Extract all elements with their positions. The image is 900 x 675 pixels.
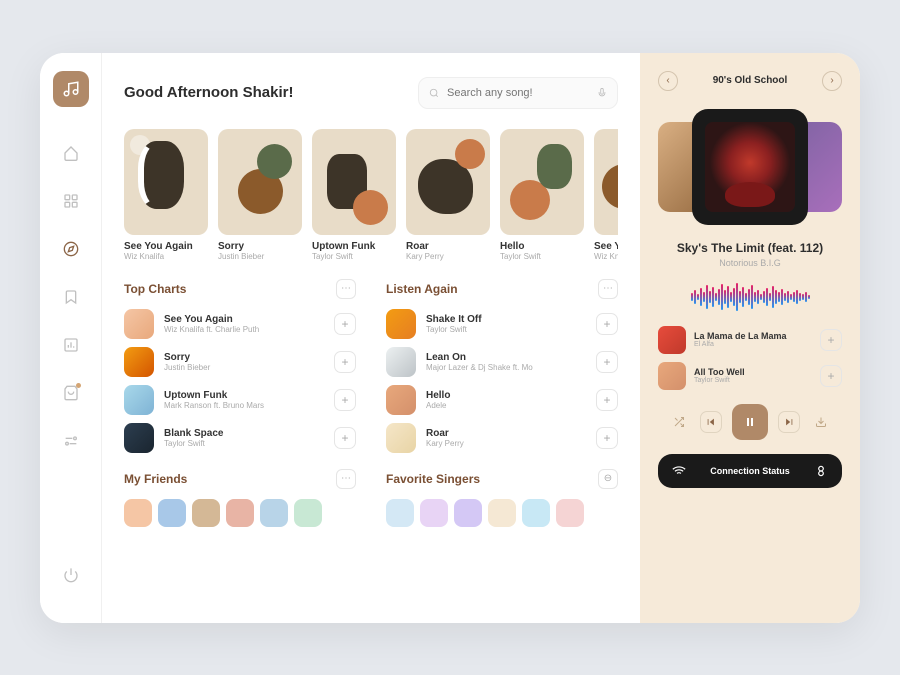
avatar[interactable] [420, 499, 448, 527]
avatar[interactable] [294, 499, 322, 527]
carousel-card[interactable]: HelloTaylor Swift [500, 129, 584, 261]
shuffle-button[interactable] [668, 411, 690, 433]
featured-carousel: See You AgainWiz Knalifa SorryJustin Bie… [124, 129, 618, 261]
queue-item[interactable]: La Mama de La MamaEl Alfa+ [658, 326, 842, 354]
avatar[interactable] [158, 499, 186, 527]
download-button[interactable] [810, 411, 832, 433]
bookmark-icon[interactable] [53, 279, 89, 315]
top-charts-list: See You AgainWiz Knalifa ft. Charlie Put… [124, 309, 356, 453]
main-content: Good Afternoon Shakir! See You AgainWiz … [102, 53, 640, 623]
prev-playlist-button[interactable]: ‹ [658, 71, 678, 91]
connection-bar[interactable]: Connection Status [658, 454, 842, 488]
album-art-carousel [658, 107, 842, 227]
track-row[interactable]: Lean OnMajor Lazer & Dj Shake ft. Mo+ [386, 347, 618, 377]
carousel-card[interactable]: See YouWiz Knali [594, 129, 618, 261]
queue-item[interactable]: All Too WellTaylor Swift+ [658, 362, 842, 390]
add-button[interactable]: + [820, 365, 842, 387]
now-playing-artist: Notorious B.I.G [658, 258, 842, 268]
prev-track-button[interactable] [700, 411, 722, 433]
avatar[interactable] [226, 499, 254, 527]
search-input[interactable] [447, 87, 589, 99]
power-icon[interactable] [53, 557, 89, 593]
section-title: Top Charts [124, 282, 186, 296]
app-window: Good Afternoon Shakir! See You AgainWiz … [40, 53, 860, 623]
avatar[interactable] [488, 499, 516, 527]
track-row[interactable]: Uptown FunkMark Ranson ft. Bruno Mars+ [124, 385, 356, 415]
connection-label: Connection Status [710, 466, 790, 476]
listen-again-list: Shake It OffTaylor Swift+ Lean OnMajor L… [386, 309, 618, 453]
search-icon [429, 87, 439, 99]
track-row[interactable]: SorryJustin Bieber+ [124, 347, 356, 377]
section-title: Listen Again [386, 282, 458, 296]
wifi-icon [672, 464, 686, 478]
now-playing-title: Sky's The Limit (feat. 112) [658, 241, 842, 255]
track-row[interactable]: RoarKary Perry+ [386, 423, 618, 453]
more-button[interactable]: ⋯ [336, 279, 356, 299]
carousel-card[interactable]: Uptown FunkTaylor Swift [312, 129, 396, 261]
home-icon[interactable] [53, 135, 89, 171]
settings-icon[interactable] [53, 423, 89, 459]
search-box[interactable] [418, 77, 618, 109]
add-button[interactable]: + [334, 313, 356, 335]
track-row[interactable]: HelloAdele+ [386, 385, 618, 415]
track-row[interactable]: Blank SpaceTaylor Swift+ [124, 423, 356, 453]
avatar[interactable] [454, 499, 482, 527]
greeting: Good Afternoon Shakir! [124, 84, 293, 101]
more-button[interactable]: ⋯ [598, 279, 618, 299]
add-button[interactable]: + [334, 351, 356, 373]
avatar[interactable] [192, 499, 220, 527]
add-button[interactable]: + [820, 329, 842, 351]
mic-icon[interactable] [597, 87, 607, 99]
track-row[interactable]: Shake It OffTaylor Swift+ [386, 309, 618, 339]
next-playlist-button[interactable]: › [822, 71, 842, 91]
add-button[interactable]: + [596, 351, 618, 373]
add-button[interactable]: + [596, 389, 618, 411]
section-title: Favorite Singers [386, 472, 480, 486]
minus-button[interactable]: ⊖ [598, 469, 618, 489]
header: Good Afternoon Shakir! [124, 77, 618, 109]
add-button[interactable]: + [596, 427, 618, 449]
avatar[interactable] [556, 499, 584, 527]
more-button[interactable]: ⋯ [336, 469, 356, 489]
current-album[interactable] [692, 109, 808, 225]
bag-icon[interactable] [53, 375, 89, 411]
content-sections: Top Charts ⋯ See You AgainWiz Knalifa ft.… [124, 279, 618, 599]
next-track-button[interactable] [778, 411, 800, 433]
queue-list: La Mama de La MamaEl Alfa+ All Too WellT… [658, 326, 842, 390]
carousel-card[interactable]: See You AgainWiz Knalifa [124, 129, 208, 261]
playlist-name: 90's Old School [713, 75, 788, 86]
player-panel: ‹ 90's Old School › Sky's The Limit (fea… [640, 53, 860, 623]
track-row[interactable]: See You AgainWiz Knalifa ft. Charlie Put… [124, 309, 356, 339]
play-pause-button[interactable] [732, 404, 768, 440]
chart-icon[interactable] [53, 327, 89, 363]
singers-avatars [386, 499, 618, 527]
friends-avatars [124, 499, 356, 527]
butterfly-icon [814, 464, 828, 478]
avatar[interactable] [522, 499, 550, 527]
avatar[interactable] [260, 499, 288, 527]
carousel-card[interactable]: SorryJustin Bieber [218, 129, 302, 261]
add-button[interactable]: + [334, 389, 356, 411]
avatar[interactable] [386, 499, 414, 527]
avatar[interactable] [124, 499, 152, 527]
section-title: My Friends [124, 472, 187, 486]
add-button[interactable]: + [596, 313, 618, 335]
add-button[interactable]: + [334, 427, 356, 449]
waveform[interactable] [658, 282, 842, 312]
compass-icon[interactable] [53, 231, 89, 267]
carousel-card[interactable]: RoarKary Perry [406, 129, 490, 261]
app-logo[interactable] [53, 71, 89, 107]
player-controls [658, 404, 842, 440]
sidebar [40, 53, 102, 623]
left-column: Top Charts ⋯ See You AgainWiz Knalifa ft.… [124, 279, 356, 599]
grid-icon[interactable] [53, 183, 89, 219]
right-column: Listen Again ⋯ Shake It OffTaylor Swift+ … [386, 279, 618, 599]
